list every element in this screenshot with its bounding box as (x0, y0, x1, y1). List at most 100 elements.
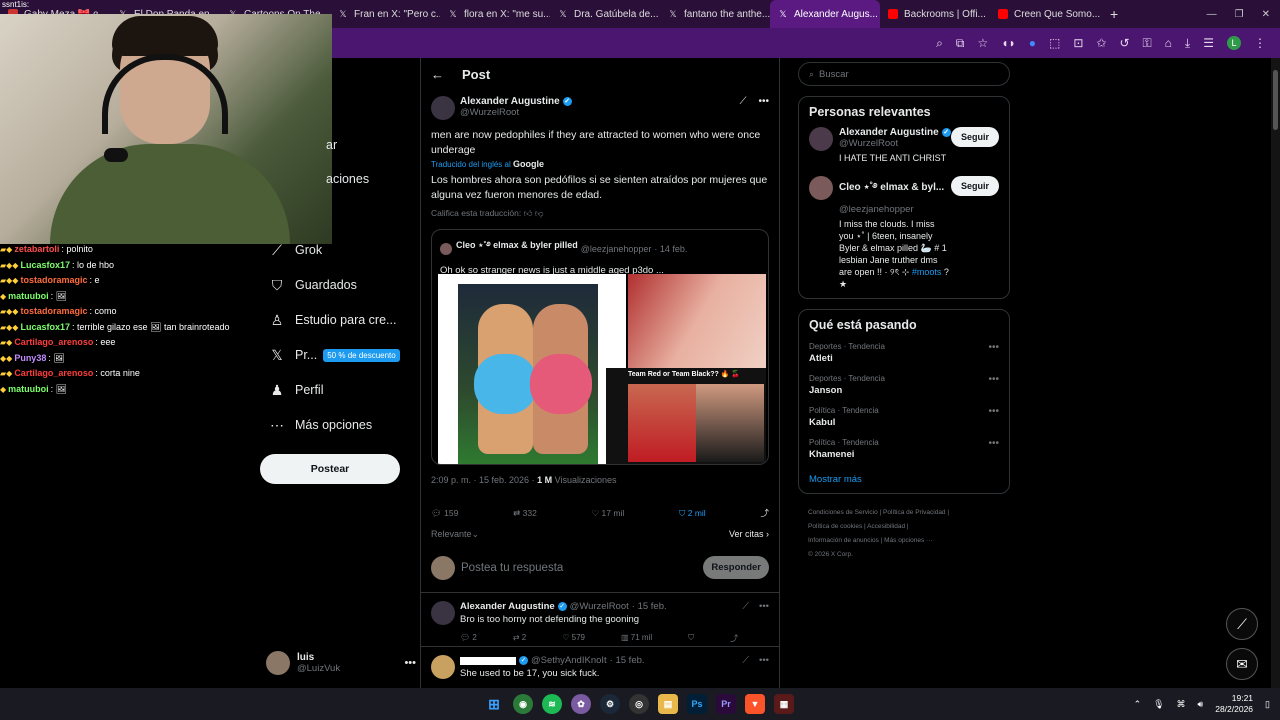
nav-item-bookmarks[interactable]: ⛉ Guardados (268, 273, 357, 297)
reply-post[interactable]: ✓ @SethyAndIKnoIt · 15 feb. ⟋ ••• She use… (421, 647, 779, 688)
reply-post[interactable]: Alexander Augustine ✓ @WurzelRoot · 15 f… (421, 593, 779, 647)
account-switcher[interactable]: luis @LuizVuk ••• (266, 648, 416, 678)
quoted-post[interactable]: Cleo ⋆˚࿔ elmax & byler pilled @leezjaneh… (431, 229, 769, 465)
thumbs-down-icon[interactable]: 👎︎ (535, 208, 544, 218)
footer-link[interactable]: Accesibilidad (867, 523, 905, 530)
favorites-icon[interactable]: ✩ (1096, 36, 1106, 50)
trend-item[interactable]: Deportes · Tendencia Janson ••• (809, 374, 999, 396)
trend-item[interactable]: Política · Tendencia Khamenei ••• (809, 438, 999, 460)
back-arrow-icon[interactable]: ← (431, 67, 444, 82)
nav-item-profile[interactable]: ♟ Perfil (268, 378, 324, 402)
repost-action[interactable]: ⇄ 332 (513, 508, 537, 519)
footer-link[interactable]: Condiciones de Servicio (808, 509, 878, 516)
more-icon[interactable]: ••• (988, 342, 999, 364)
messages-float-button[interactable]: ✉ (1226, 648, 1258, 680)
hashtag-link[interactable]: #moots (912, 267, 942, 277)
footer-link[interactable]: Más opciones ··· (884, 537, 932, 544)
avatar[interactable] (431, 96, 455, 120)
quote-image[interactable]: Team Red or Team Black?? 🔥 🍒 (606, 368, 766, 464)
volume-icon[interactable]: 🔊︎ (1198, 699, 1204, 710)
browser-tab[interactable]: 𝕏flora en X: "me su...✕ (440, 0, 550, 28)
nav-item-partial-label[interactable]: ar (326, 138, 337, 152)
bookmark-star-icon[interactable]: ☆ (977, 36, 988, 50)
quote-image[interactable] (628, 274, 766, 368)
browser-tab[interactable]: 𝕏fantano the anthe...✕ (660, 0, 770, 28)
footer-link[interactable]: Información de anuncios (808, 537, 879, 544)
more-icon[interactable]: ••• (758, 96, 769, 107)
photoshop-icon[interactable]: Ps (687, 694, 707, 714)
avatar[interactable] (809, 127, 833, 151)
person-handle[interactable]: @leezjanehopper (839, 204, 951, 215)
search-input[interactable]: ⌕ Buscar (798, 62, 1010, 86)
browser-tab-active[interactable]: 𝕏Alexander Augus...✕ (770, 0, 880, 28)
browser-tab[interactable]: 𝕏Dra. Gatúbela de...✕ (550, 0, 660, 28)
nav-item-creator-studio[interactable]: ♙ Estudio para cre... (268, 308, 397, 332)
grok-icon[interactable]: ⟋ (742, 601, 749, 612)
footer-link[interactable]: Política de cookies (808, 523, 862, 530)
reply-author-handle[interactable]: @SethyAndIKnoIt (531, 655, 607, 666)
bookmark-action[interactable]: ⛉ 2 mil (679, 508, 706, 519)
follow-button[interactable]: Seguir (950, 127, 999, 147)
brave-icon[interactable]: ▼ (745, 694, 765, 714)
more-icon[interactable]: ••• (988, 374, 999, 396)
trend-item[interactable]: Política · Tendencia Kabul ••• (809, 406, 999, 428)
footer-link[interactable]: Política de Privacidad (883, 509, 946, 516)
chevron-up-icon[interactable]: ⌃ (1134, 699, 1142, 710)
game-app-icon[interactable]: ▦ (774, 694, 794, 714)
profile-avatar[interactable]: L (1227, 36, 1241, 50)
network-icon[interactable]: ⌘ (1177, 699, 1186, 710)
zoom-icon[interactable]: ⌕ (936, 36, 943, 51)
avatar[interactable] (431, 655, 455, 679)
obs-icon[interactable]: ◎ (629, 694, 649, 714)
share-icon[interactable]: ⤴ (730, 633, 738, 644)
person-handle[interactable]: @WurzelRoot (839, 138, 951, 149)
more-icon[interactable]: ••• (759, 601, 769, 612)
browser-menu-icon[interactable]: ⋮ (1254, 36, 1266, 50)
grok-float-button[interactable]: ⟋ (1226, 608, 1258, 640)
new-tab-button[interactable]: + (1100, 6, 1128, 22)
sort-dropdown[interactable]: Relevante⌄ (431, 529, 479, 540)
share-icon[interactable]: ⤴ (760, 507, 769, 519)
trend-item[interactable]: Deportes · Tendencia Atleti ••• (809, 342, 999, 364)
windows-start-icon[interactable]: ⊞ (484, 694, 504, 714)
like-action[interactable]: ♡ 17 mil (592, 508, 625, 519)
author-name[interactable]: Alexander Augustine ✓ (460, 96, 572, 107)
games-icon[interactable]: ⌂ (1165, 36, 1172, 50)
nav-item-grok[interactable]: ⟋ Grok (268, 238, 322, 262)
view-quotes-link[interactable]: Ver citas › (729, 529, 769, 539)
maximize-icon[interactable]: ❐ (1235, 9, 1244, 20)
reply-action[interactable]: 💬︎ 159 (431, 508, 458, 519)
reading-list-icon[interactable]: ☰ (1203, 36, 1214, 50)
avatar[interactable] (809, 176, 833, 200)
grok-icon[interactable]: ⟋ (742, 655, 749, 666)
downloads-icon[interactable]: ⤓ (1185, 36, 1190, 51)
show-more-link[interactable]: Mostrar más (809, 474, 999, 485)
system-clock[interactable]: 19:21 28/2/2026 (1215, 693, 1253, 715)
relevant-person[interactable]: Cleo ⋆˚࿔ elmax & byl... @leezjanehopper … (809, 176, 999, 290)
more-icon[interactable]: ••• (759, 655, 769, 666)
app-icon[interactable]: ✿ (571, 694, 591, 714)
repost-action[interactable]: ⇄ 2 (513, 633, 526, 644)
browser-tab[interactable]: 𝕏Fran en X: "Pero c...✕ (330, 0, 440, 28)
file-explorer-icon[interactable]: ▤ (658, 694, 678, 714)
scrollbar[interactable] (1271, 58, 1280, 688)
author-handle[interactable]: @WurzelRoot (460, 107, 572, 118)
extension-blue-icon[interactable]: ● (1029, 36, 1036, 50)
reply-author-name[interactable]: Alexander Augustine (460, 601, 555, 612)
post-button[interactable]: Postear (260, 454, 400, 484)
reply-button[interactable]: Responder (703, 556, 769, 579)
reply-author-handle[interactable]: @WurzelRoot (570, 601, 629, 612)
grok-icon[interactable]: ⟋ (739, 96, 746, 107)
extensions-puzzle-icon[interactable]: ⬚ (1049, 36, 1060, 50)
premiere-icon[interactable]: Pr (716, 694, 736, 714)
passwords-icon[interactable]: ⚿ (1143, 36, 1152, 51)
browser-tab[interactable]: Creen Que Somo...✕ (990, 0, 1100, 28)
scrollbar-thumb[interactable] (1273, 70, 1278, 130)
reply-input[interactable]: Postea tu respuesta (461, 562, 563, 574)
avatar[interactable] (431, 601, 455, 625)
minimize-icon[interactable]: — (1207, 9, 1217, 20)
quote-image[interactable] (438, 274, 626, 464)
like-action[interactable]: ♡ 579 (562, 633, 585, 644)
bookmark-icon[interactable]: ⛉ (688, 633, 694, 644)
more-icon[interactable]: ••• (404, 657, 416, 669)
